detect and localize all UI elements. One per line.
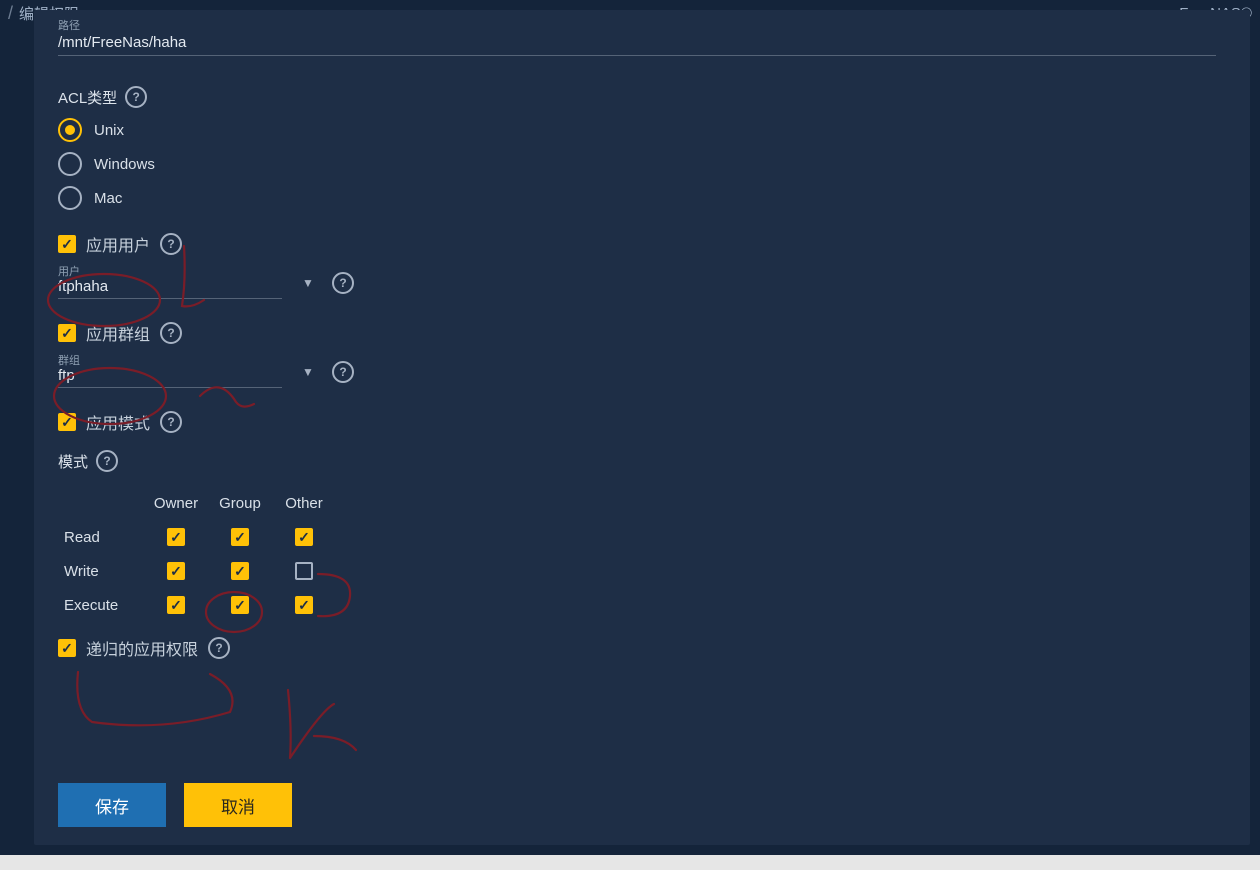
help-icon[interactable]: ? (208, 637, 230, 659)
acl-radio-mac[interactable]: Mac (58, 186, 1226, 210)
acl-radio-unix[interactable]: Unix (58, 118, 1226, 142)
permissions-panel: / 编辑权限 FreeNAS® 路径 /mnt/FreeNas/haha ACL… (0, 0, 1260, 855)
help-icon[interactable]: ? (160, 411, 182, 433)
radio-icon[interactable] (58, 152, 82, 176)
col-other: Other (272, 495, 336, 512)
recursive-label: 递归的应用权限 (86, 636, 198, 660)
apply-group-label: 应用群组 (86, 321, 150, 345)
acl-radio-windows[interactable]: Windows (58, 152, 1226, 176)
perm-row-write: Write (64, 554, 1226, 588)
save-button[interactable]: 保存 (58, 783, 166, 827)
recursive-checkbox[interactable] (58, 639, 76, 657)
perm-header-row: Owner Group Other (64, 486, 1226, 520)
perm-execute-owner-checkbox[interactable] (167, 596, 185, 614)
perm-read-owner-checkbox[interactable] (167, 528, 185, 546)
group-field: 群组 ftp ? (58, 355, 1226, 388)
os-taskbar-sliver (0, 855, 1260, 870)
perm-read-group-checkbox[interactable] (231, 528, 249, 546)
perm-write-other-checkbox[interactable] (295, 562, 313, 580)
col-owner: Owner (144, 495, 208, 512)
help-icon[interactable]: ? (160, 322, 182, 344)
perm-write-group-checkbox[interactable] (231, 562, 249, 580)
chevron-down-icon[interactable] (302, 276, 314, 290)
permissions-table: Owner Group Other Read Write Execute (64, 486, 1226, 622)
user-select[interactable]: ftphaha (58, 278, 282, 299)
radio-label: Unix (94, 122, 124, 139)
perm-execute-group-checkbox[interactable] (231, 596, 249, 614)
action-buttons: 保存 取消 (58, 783, 292, 827)
row-label: Execute (64, 597, 144, 614)
help-icon[interactable]: ? (160, 233, 182, 255)
row-label: Read (64, 529, 144, 546)
help-icon[interactable]: ? (332, 361, 354, 383)
apply-mode-row: 应用模式 ? (58, 410, 1226, 434)
apply-user-checkbox[interactable] (58, 235, 76, 253)
path-field: 路径 /mnt/FreeNas/haha (58, 20, 1226, 56)
user-field-label: 用户 (58, 266, 1226, 278)
group-field-label: 群组 (58, 355, 1226, 367)
col-group: Group (208, 495, 272, 512)
radio-label: Windows (94, 156, 155, 173)
path-label: 路径 (58, 20, 1226, 32)
acl-type-label: ACL类型 (58, 87, 117, 108)
apply-user-row: 应用用户 ? (58, 232, 1226, 256)
perm-write-owner-checkbox[interactable] (167, 562, 185, 580)
apply-group-checkbox[interactable] (58, 324, 76, 342)
help-icon[interactable]: ? (96, 450, 118, 472)
row-label: Write (64, 563, 144, 580)
acl-type-section: ACL类型 ? (58, 86, 1226, 108)
radio-icon[interactable] (58, 118, 82, 142)
apply-mode-checkbox[interactable] (58, 413, 76, 431)
radio-icon[interactable] (58, 186, 82, 210)
help-icon[interactable]: ? (125, 86, 147, 108)
user-field: 用户 ftphaha ? (58, 266, 1226, 299)
group-select[interactable]: ftp (58, 367, 282, 388)
perm-execute-other-checkbox[interactable] (295, 596, 313, 614)
path-value[interactable]: /mnt/FreeNas/haha (58, 32, 1216, 56)
perm-row-read: Read (64, 520, 1226, 554)
perm-row-execute: Execute (64, 588, 1226, 622)
apply-mode-label: 应用模式 (86, 410, 150, 434)
user-value: ftphaha (58, 278, 108, 295)
group-value: ftp (58, 367, 75, 384)
perm-read-other-checkbox[interactable] (295, 528, 313, 546)
help-icon[interactable]: ? (332, 272, 354, 294)
form-card: 路径 /mnt/FreeNas/haha ACL类型 ? Unix Window… (34, 10, 1250, 845)
breadcrumb-slash: / (8, 3, 13, 24)
mode-label: 模式 (58, 451, 88, 472)
apply-user-label: 应用用户 (86, 232, 150, 256)
recursive-row: 递归的应用权限 ? (58, 636, 1226, 660)
cancel-button[interactable]: 取消 (184, 783, 292, 827)
chevron-down-icon[interactable] (302, 365, 314, 379)
apply-group-row: 应用群组 ? (58, 321, 1226, 345)
radio-label: Mac (94, 190, 122, 207)
mode-section: 模式 ? (58, 450, 1226, 472)
